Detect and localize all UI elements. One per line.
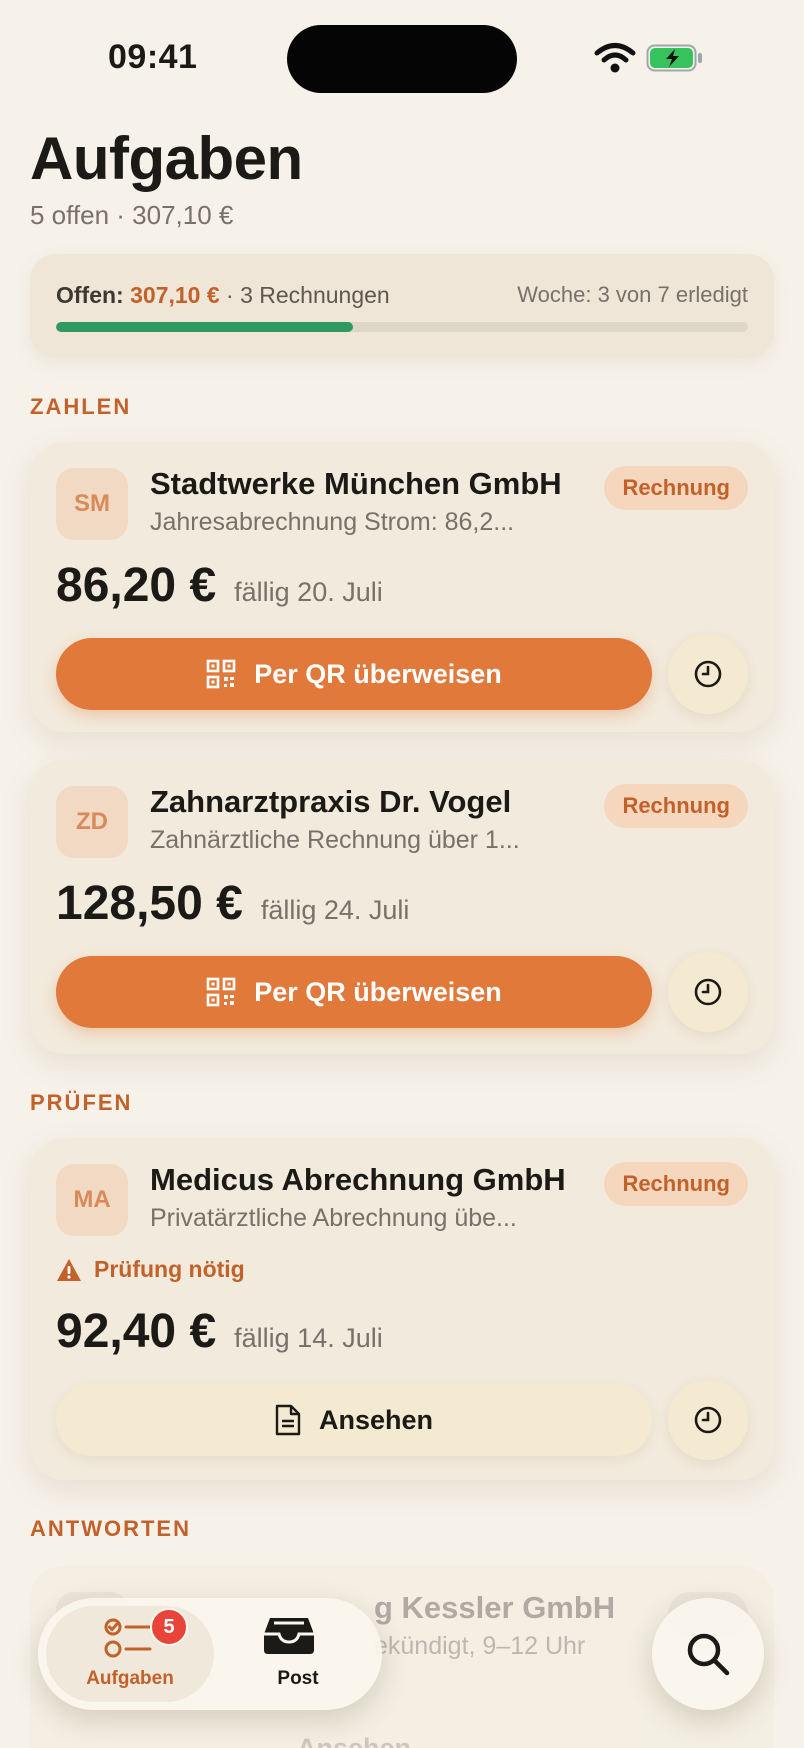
search-icon: [687, 1633, 730, 1676]
section-header-pay: ZAHLEN: [30, 394, 132, 419]
wifi-icon: [594, 43, 636, 73]
amount-row: 92,40 € fällig 14. Juli: [56, 1304, 383, 1359]
status-bar: 09:41: [0, 0, 804, 120]
document-icon: [275, 1404, 301, 1436]
qr-code-icon: [206, 977, 236, 1007]
checklist-icon: [104, 1618, 152, 1658]
review-warning: Prüfung nötig: [56, 1256, 245, 1283]
pay-qr-button[interactable]: Per QR überweisen: [56, 956, 652, 1028]
task-due-date: fällig 20. Juli: [234, 577, 383, 607]
pay-qr-button[interactable]: Per QR überweisen: [56, 638, 652, 710]
tab-mail-label[interactable]: Post: [218, 1668, 378, 1690]
tab-bar: 5 Aufgaben Post: [38, 1598, 382, 1710]
task-description: Privatärztliche Abrechnung übe...: [150, 1204, 517, 1232]
amount-row: 86,20 € fällig 20. Juli: [56, 558, 383, 613]
summary-open-label: Offen:: [56, 282, 124, 308]
vendor-avatar: SM: [56, 468, 128, 540]
type-badge: Rechnung: [604, 466, 748, 510]
view-button[interactable]: Ansehen: [56, 1712, 652, 1748]
review-warning-label: Prüfung nötig: [94, 1256, 245, 1282]
amount-row: 128,50 € fällig 24. Juli: [56, 876, 409, 931]
task-amount: 92,40 €: [56, 1305, 217, 1358]
snooze-button[interactable]: [668, 634, 748, 714]
task-due-date: fällig 24. Juli: [260, 895, 410, 925]
type-badge: Rechnung: [604, 1162, 748, 1206]
qr-code-icon: [206, 659, 236, 689]
section-header-reply: ANTWORTEN: [30, 1516, 191, 1541]
vendor-avatar: MA: [56, 1164, 128, 1236]
task-card[interactable]: MA Medicus Abrechnung GmbH Privatärztlic…: [30, 1138, 774, 1480]
task-card[interactable]: ZD Zahnarztpraxis Dr. Vogel Zahnärztlich…: [30, 760, 774, 1054]
task-description: Zahnärztliche Rechnung über 1...: [150, 826, 520, 854]
task-description: Jahresabrechnung Strom: 86,2...: [150, 508, 515, 536]
tab-tasks-label: Aufgaben: [86, 1668, 174, 1689]
week-progress-bar: [56, 322, 748, 332]
pay-qr-button-label: Per QR überweisen: [254, 658, 502, 689]
dynamic-island: [287, 25, 517, 93]
vendor-name: Zahnarztpraxis Dr. Vogel: [150, 784, 512, 819]
tasks-count-badge: 5: [150, 1608, 188, 1646]
vendor-name: g Kessler GmbH: [374, 1590, 616, 1625]
task-amount: 128,50 €: [56, 877, 243, 930]
snooze-button[interactable]: [668, 952, 748, 1032]
week-progress-fill: [56, 322, 353, 332]
status-time: 09:41: [108, 38, 198, 76]
view-button-label: Ansehen: [318, 1404, 434, 1435]
page-title: Aufgaben: [30, 125, 303, 192]
section-header-review: PRÜFEN: [30, 1090, 133, 1115]
task-amount: 86,20 €: [56, 559, 217, 612]
type-badge: Rechnung: [604, 784, 748, 828]
task-due-date: fällig 14. Juli: [234, 1323, 383, 1353]
view-button[interactable]: Ansehen: [56, 1384, 652, 1456]
vendor-name: Stadtwerke München GmbH: [150, 466, 562, 501]
page-subtitle: 5 offen · 307,10 €: [30, 200, 234, 230]
clock-icon: [694, 978, 722, 1006]
summary-card: Offen: 307,10 € · 3 Rechnungen Woche: 3 …: [30, 254, 774, 358]
snooze-button[interactable]: [668, 1380, 748, 1460]
search-button[interactable]: [652, 1598, 764, 1710]
task-description: ekündigt, 9–12 Uhr: [374, 1632, 586, 1660]
summary-week: Woche: 3 von 7 erledigt: [517, 282, 748, 307]
vendor-name: Medicus Abrechnung GmbH: [150, 1162, 566, 1197]
inbox-tray-icon[interactable]: [262, 1614, 316, 1656]
task-card[interactable]: SM Stadtwerke München GmbH Jahresabrechn…: [30, 442, 774, 732]
warning-icon: [57, 1258, 81, 1281]
pay-qr-button-label: Per QR überweisen: [254, 976, 502, 1007]
clock-icon: [694, 660, 722, 688]
summary-open-amount: 307,10 €: [130, 282, 220, 308]
vendor-avatar: ZD: [56, 786, 128, 858]
battery-icon: [646, 44, 702, 72]
clock-icon: [694, 1406, 722, 1434]
summary-open: Offen: 307,10 € · 3 Rechnungen: [56, 282, 390, 309]
summary-invoices: · 3 Rechnungen: [226, 282, 390, 308]
